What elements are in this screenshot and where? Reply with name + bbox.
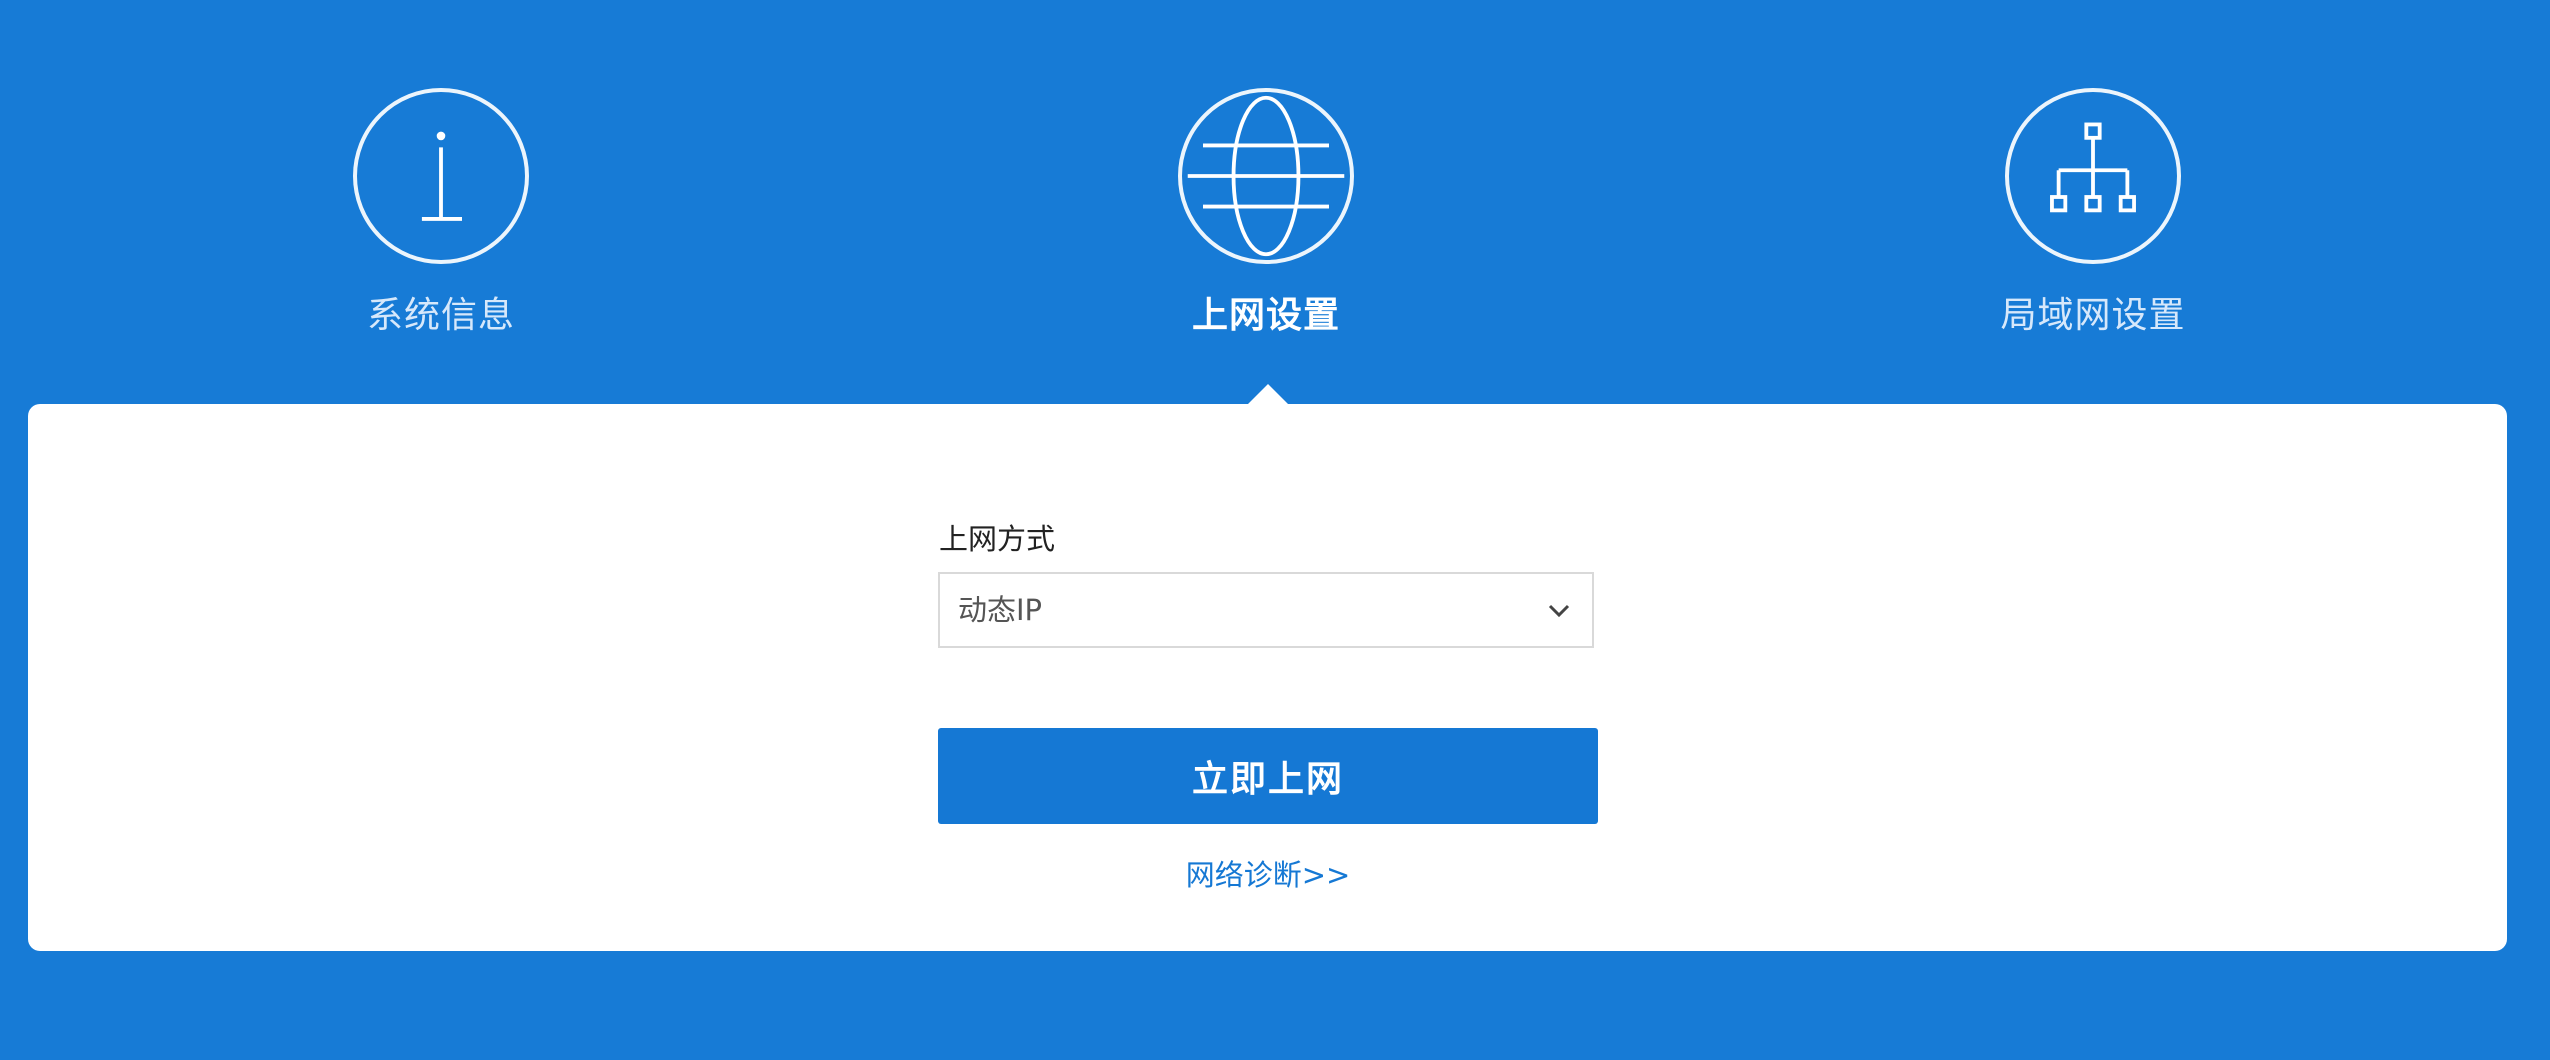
nav-item-internet-settings[interactable]: 上网设置 [1066, 88, 1466, 348]
chevron-down-icon [1548, 604, 1570, 618]
nav-label-internet-settings: 上网设置 [1191, 295, 1340, 336]
connect-now-button[interactable]: 立即上网 [938, 728, 1598, 824]
connection-type-select[interactable]: 动态IP [938, 572, 1594, 648]
nav-label-lan-settings: 局域网设置 [2000, 295, 2186, 336]
network-topology-icon [2005, 88, 2181, 264]
info-icon [353, 88, 529, 264]
active-tab-pointer [1247, 384, 1289, 405]
connection-type-label: 上网方式 [939, 522, 1056, 556]
network-diagnosis-link[interactable]: 网络诊断>> [938, 858, 1598, 892]
globe-icon [1178, 88, 1354, 264]
connection-type-value: 动态IP [958, 593, 1043, 627]
nav-item-system-info[interactable]: 系统信息 [241, 88, 641, 348]
nav-label-system-info: 系统信息 [366, 295, 515, 336]
nav-item-lan-settings[interactable]: 局域网设置 [1893, 88, 2293, 348]
